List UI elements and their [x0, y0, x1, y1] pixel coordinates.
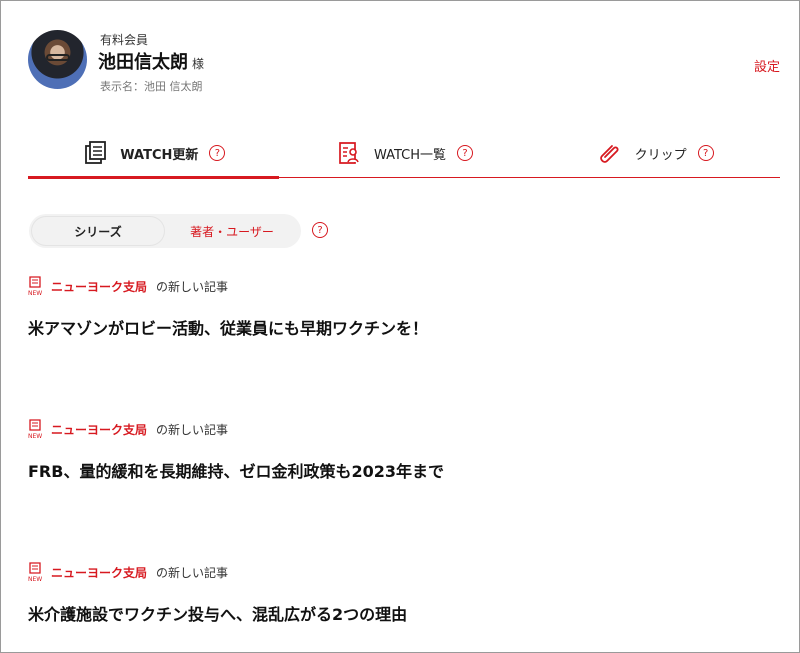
tab-watch-updates[interactable]: WATCH更新 ?: [28, 129, 279, 179]
content-filter-toggle: シリーズ 著者・ユーザー: [29, 214, 301, 248]
article-meta: NEW ニューヨーク支局 の新しい記事: [28, 419, 773, 439]
tab-watch-list-label: WATCH一覧: [373, 147, 447, 163]
settings-link[interactable]: 設定: [754, 56, 780, 75]
glasses-graphic: [46, 54, 70, 61]
tab-watch-list[interactable]: WATCH一覧 ?: [279, 129, 530, 177]
article-item[interactable]: NEW ニューヨーク支局 の新しい記事 FRB、量的緩和を長期維持、ゼロ金利政策も…: [28, 419, 773, 483]
article-meta: NEW ニューヨーク支局 の新しい記事: [28, 276, 773, 296]
article-title[interactable]: 米アマゾンがロビー活動、従業員にも早期ワクチンを！: [28, 318, 773, 340]
segment-help-icon[interactable]: ?: [312, 222, 328, 238]
series-filter-button[interactable]: シリーズ: [31, 216, 165, 246]
article-title[interactable]: FRB、量的緩和を長期維持、ゼロ金利政策も2023年まで: [28, 461, 773, 483]
svg-text:NEW: NEW: [28, 290, 42, 296]
new-article-icon: NEW: [28, 276, 42, 296]
article-item[interactable]: NEW ニューヨーク支局 の新しい記事 米介護施設でワクチン投与へ、混乱広がる2つ…: [28, 562, 773, 626]
help-icon[interactable]: ?: [457, 145, 474, 161]
user-name-text: 池田信太朗: [98, 52, 188, 73]
article-meta-suffix: の新しい記事: [156, 422, 229, 437]
article-source[interactable]: ニューヨーク支局: [51, 421, 147, 438]
profile-header: 有料会員 池田信太朗様 表示名：池田 信太朗 設定: [28, 29, 780, 93]
watch-tabs: WATCH更新 ? WATCH一覧 ? クリップ ?: [28, 129, 780, 179]
tab-clips-label: クリップ: [634, 147, 687, 163]
svg-text:NEW: NEW: [28, 576, 42, 582]
tab-watch-updates-label: WATCH更新: [120, 147, 199, 163]
article-source[interactable]: ニューヨーク支局: [51, 564, 147, 581]
help-icon[interactable]: ?: [209, 145, 226, 161]
svg-text:NEW: NEW: [28, 433, 42, 439]
new-article-icon: NEW: [28, 562, 42, 582]
tab-clips[interactable]: クリップ ?: [529, 129, 780, 177]
paperclip-icon: [599, 145, 619, 163]
avatar: [28, 30, 87, 89]
document-stack-icon: [85, 141, 107, 164]
article-meta-suffix: の新しい記事: [156, 279, 229, 294]
user-name: 池田信太朗様: [98, 48, 204, 74]
article-meta-suffix: の新しい記事: [156, 565, 229, 580]
authors-users-filter-button[interactable]: 著者・ユーザー: [165, 216, 299, 246]
member-type: 有料会員: [100, 33, 149, 47]
article-title[interactable]: 米介護施設でワクチン投与へ、混乱広がる2つの理由: [28, 604, 773, 626]
article-meta: NEW ニューヨーク支局 の新しい記事: [28, 562, 773, 582]
new-article-icon: NEW: [28, 419, 42, 439]
honorific: 様: [192, 57, 205, 71]
person-list-icon: [339, 142, 359, 164]
article-item[interactable]: NEW ニューヨーク支局 の新しい記事 米アマゾンがロビー活動、従業員にも早期ワク…: [28, 276, 773, 340]
article-source[interactable]: ニューヨーク支局: [51, 278, 147, 295]
display-name: 表示名：池田 信太朗: [100, 80, 203, 93]
help-icon[interactable]: ?: [697, 145, 714, 161]
